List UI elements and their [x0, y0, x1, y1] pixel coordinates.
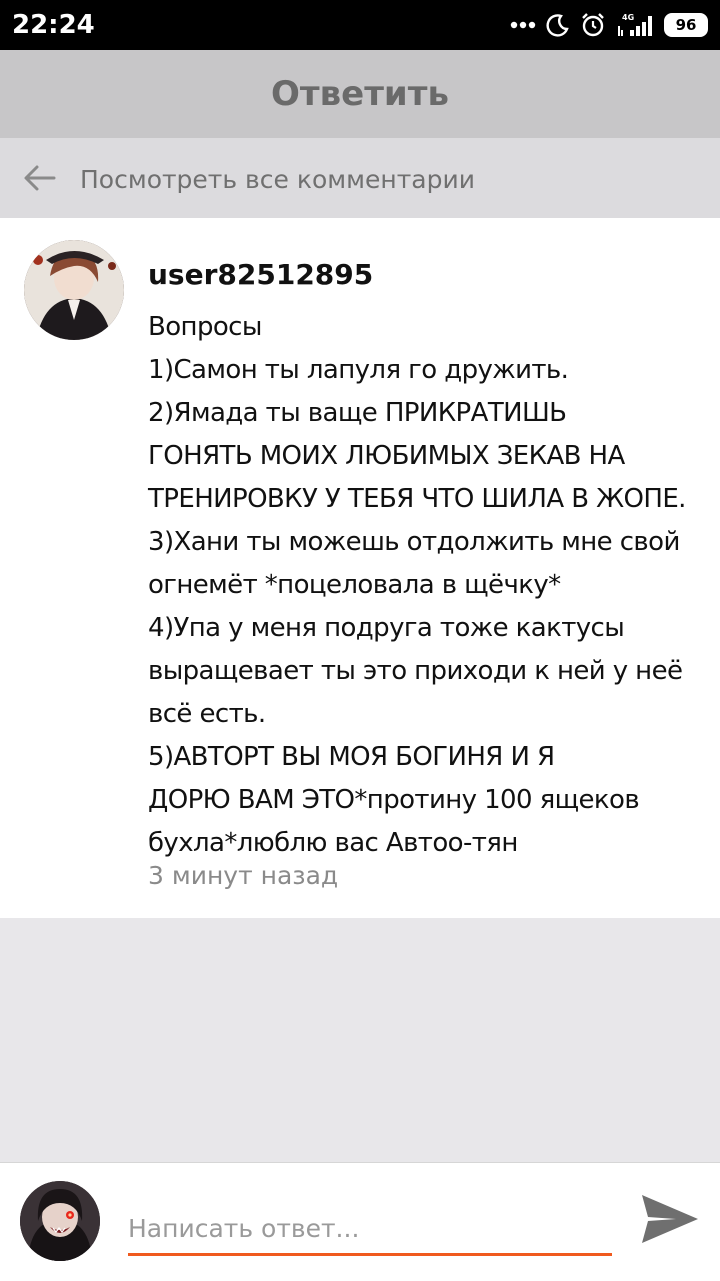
header: Ответить — [0, 50, 720, 138]
battery-icon: 96 — [664, 13, 708, 37]
comment-line: всё есть. — [148, 699, 266, 729]
arrow-left-icon[interactable] — [22, 160, 58, 196]
comment-line: 4)Упа у меня подруга тоже кактусы — [148, 613, 625, 643]
comment-line: бухла*люблю вас Автоо-тян — [148, 828, 518, 858]
comment-line: 2)Ямада ты ваще ПРИКРАТИШЬ — [148, 398, 567, 428]
page-title: Ответить — [271, 74, 449, 114]
more-dots-icon — [510, 21, 536, 29]
current-user-avatar — [20, 1181, 100, 1261]
reply-input[interactable] — [128, 1203, 612, 1256]
send-icon[interactable] — [640, 1191, 700, 1247]
moon-icon — [546, 14, 569, 37]
view-all-label[interactable]: Посмотреть все комментарии — [80, 165, 475, 194]
comment-line: ГОНЯТЬ МОИХ ЛЮБИМЫХ ЗЕКАВ НА — [148, 441, 625, 471]
comment-username[interactable]: user82512895 — [148, 258, 373, 291]
comment-line: 1)Самон ты лапуля го дружить. — [148, 355, 569, 385]
comment-card: user82512895 Вопросы 1)Самон ты лапуля г… — [0, 218, 720, 918]
comment-line: 5)АВТОРТ ВЫ МОЯ БОГИНЯ И Я — [148, 742, 555, 772]
avatar[interactable] — [24, 240, 124, 340]
comment-timestamp: 3 минут назад — [148, 861, 339, 890]
comment-line: выращевает ты это приходи к ней у неё — [148, 656, 683, 686]
comment-line: ДОРЮ ВАМ ЭТО*протину 100 ящеков — [148, 785, 640, 815]
status-time: 22:24 — [12, 10, 95, 40]
comment-line: 3)Хани ты можешь отдолжить мне свой — [148, 527, 680, 557]
comment-line: огнемёт *поцеловала в щёчку* — [148, 570, 561, 600]
alarm-icon — [582, 13, 604, 37]
comment-line: Вопросы — [148, 312, 262, 342]
signal-icon: 4G — [618, 13, 652, 36]
status-bar: 22:24 4G 96 — [0, 0, 720, 50]
reply-composer — [0, 1162, 720, 1281]
comment-text: Вопросы 1)Самон ты лапуля го дружить. 2)… — [148, 306, 708, 865]
status-icons: 4G 96 — [510, 8, 708, 42]
network-type: 4G — [622, 13, 634, 22]
view-all-comments-button[interactable]: Посмотреть все комментарии — [0, 138, 720, 218]
comment-line: ТРЕНИРОВКУ У ТЕБЯ ЧТО ШИЛА В ЖОПЕ. — [148, 484, 686, 514]
